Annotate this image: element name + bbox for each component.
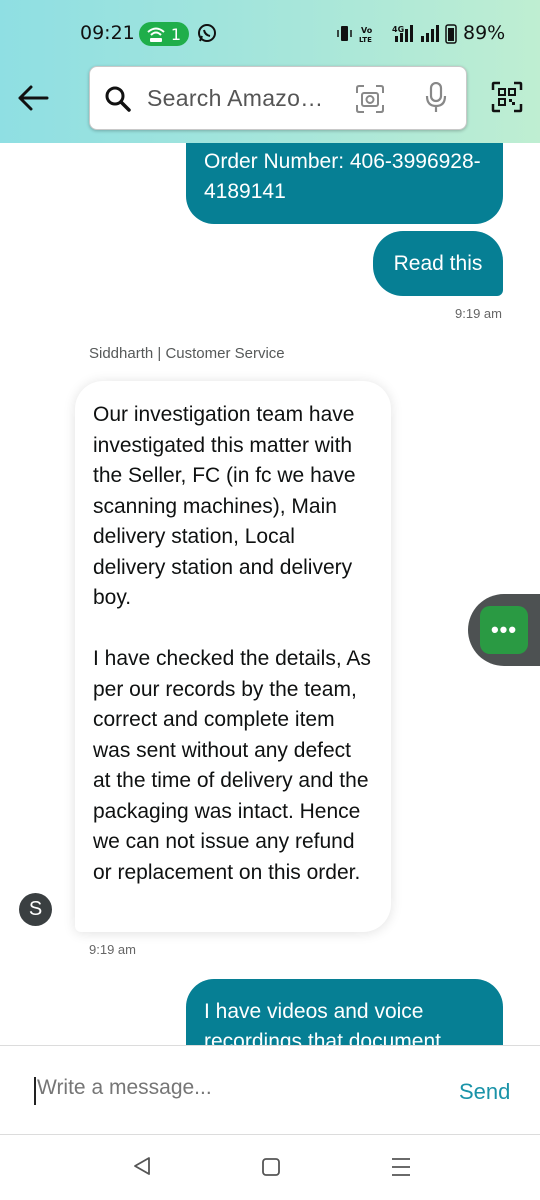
agent-name: Siddharth | Customer Service (89, 345, 285, 362)
status-bar: 09:21 1 Vo LTE 4G 89% (0, 14, 540, 54)
search-icon (105, 86, 131, 112)
hotspot-badge: 1 (139, 22, 189, 46)
microphone-icon[interactable] (425, 82, 447, 114)
app-header: 09:21 1 Vo LTE 4G 89% Search Amazo… (0, 0, 540, 143)
svg-text:LTE: LTE (359, 36, 372, 44)
message-text: I have videos and voice recordings that … (204, 1000, 441, 1045)
system-status-icons: Vo LTE 4G (337, 24, 457, 44)
back-arrow-icon[interactable] (16, 84, 50, 112)
qr-scanner-icon[interactable] (491, 81, 523, 113)
message-paragraph: Our investigation team have investigated… (93, 403, 356, 609)
message-timestamp: 9:19 am (89, 942, 136, 957)
battery-level: 89% (463, 22, 506, 44)
outgoing-message-read-this: Read this (373, 231, 503, 296)
send-button[interactable]: Send (459, 1079, 510, 1105)
text-cursor (34, 1077, 36, 1105)
message-input[interactable]: Write a message... (37, 1076, 212, 1100)
system-navigation-bar (0, 1135, 540, 1200)
wifi-hotspot-icon (147, 27, 165, 42)
outgoing-message-partial: I have videos and voice recordings that … (186, 979, 503, 1045)
incoming-message: Our investigation team have investigated… (75, 381, 391, 932)
nav-home-icon[interactable] (261, 1157, 281, 1177)
nav-back-icon[interactable] (131, 1155, 153, 1177)
whatsapp-icon (198, 24, 216, 42)
agent-avatar: S (19, 893, 52, 926)
floating-chat-menu[interactable]: ••• (468, 594, 540, 666)
message-paragraph: I have checked the details, As per our r… (93, 647, 371, 884)
svg-text:Vo: Vo (361, 26, 373, 35)
message-text: Order Number: 406-3996928-4189141 (204, 150, 481, 203)
search-input[interactable]: Search Amazo… (89, 66, 467, 130)
hotspot-count: 1 (170, 24, 181, 44)
more-options-icon[interactable]: ••• (480, 606, 528, 654)
search-placeholder: Search Amazo… (147, 85, 324, 111)
svg-text:4G: 4G (392, 25, 404, 34)
message-composer: Write a message... Send (0, 1045, 540, 1135)
message-text: Read this (393, 251, 483, 275)
camera-search-icon[interactable] (355, 84, 385, 114)
message-timestamp: 9:19 am (455, 306, 502, 321)
nav-recents-icon[interactable] (390, 1156, 412, 1178)
outgoing-message-order-number: Order Number: 406-3996928-4189141 (186, 143, 503, 224)
status-time: 09:21 (80, 22, 135, 44)
